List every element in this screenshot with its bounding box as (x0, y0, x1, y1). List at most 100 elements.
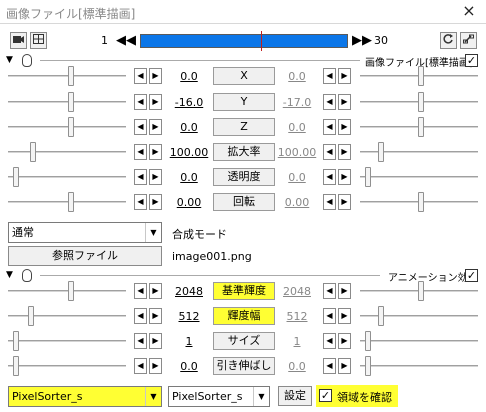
slider-thumb[interactable] (418, 192, 424, 212)
right-value[interactable]: 0.0 (274, 360, 320, 373)
collapse-triangle-icon[interactable]: ▼ (6, 55, 13, 65)
slider-thumb[interactable] (28, 306, 34, 326)
slider-thumb[interactable] (418, 117, 424, 137)
decrement-button[interactable]: ◀ (323, 194, 336, 210)
effect-select-1[interactable]: PixelSorter_s ▼ (8, 386, 162, 407)
decrement-button[interactable]: ◀ (134, 68, 147, 84)
left-value[interactable]: 1 (166, 335, 212, 348)
left-slider[interactable] (8, 305, 126, 327)
param-button[interactable]: 回転 (213, 193, 275, 211)
left-value[interactable]: 0.0 (166, 360, 212, 373)
increment-button[interactable]: ▶ (338, 308, 351, 324)
right-slider[interactable] (360, 116, 478, 138)
increment-button[interactable]: ▶ (149, 194, 162, 210)
camera-control-icon[interactable] (10, 32, 27, 49)
decrement-button[interactable]: ◀ (323, 144, 336, 160)
left-value[interactable]: -16.0 (166, 96, 212, 109)
decrement-button[interactable]: ◀ (134, 169, 147, 185)
decrement-button[interactable]: ◀ (134, 308, 147, 324)
param-button[interactable]: サイズ (213, 332, 275, 350)
slider-thumb[interactable] (68, 192, 74, 212)
slider-thumb[interactable] (365, 331, 371, 351)
slider-thumb[interactable] (13, 331, 19, 351)
decrement-button[interactable]: ◀ (134, 358, 147, 374)
reference-file-button[interactable]: 参照ファイル (8, 246, 162, 266)
right-value[interactable]: -17.0 (274, 96, 320, 109)
increment-button[interactable]: ▶ (149, 283, 162, 299)
right-slider[interactable] (360, 141, 478, 163)
decrement-button[interactable]: ◀ (323, 308, 336, 324)
increment-button[interactable]: ▶ (149, 94, 162, 110)
decrement-button[interactable]: ◀ (323, 283, 336, 299)
increment-button[interactable]: ▶ (338, 68, 351, 84)
slider-thumb[interactable] (68, 66, 74, 86)
param-button[interactable]: 基準輝度 (213, 282, 275, 300)
right-slider[interactable] (360, 305, 478, 327)
decrement-button[interactable]: ◀ (134, 194, 147, 210)
decrement-button[interactable]: ◀ (134, 333, 147, 349)
increment-button[interactable]: ▶ (338, 358, 351, 374)
decrement-button[interactable]: ◀ (134, 119, 147, 135)
increment-button[interactable]: ▶ (338, 169, 351, 185)
decrement-button[interactable]: ◀ (134, 283, 147, 299)
right-value[interactable]: 0.0 (274, 121, 320, 134)
left-slider[interactable] (8, 116, 126, 138)
right-value[interactable]: 100.00 (274, 146, 320, 159)
increment-button[interactable]: ▶ (338, 283, 351, 299)
decrement-button[interactable]: ◀ (323, 68, 336, 84)
right-slider[interactable] (360, 91, 478, 113)
decrement-button[interactable]: ◀ (323, 94, 336, 110)
slider-thumb[interactable] (13, 356, 19, 376)
right-value[interactable]: 1 (274, 335, 320, 348)
slider-thumb[interactable] (378, 142, 384, 162)
effect-select-2[interactable]: PixelSorter_s ▼ (168, 386, 270, 407)
decrement-button[interactable]: ◀ (323, 119, 336, 135)
increment-button[interactable]: ▶ (149, 333, 162, 349)
increment-button[interactable]: ▶ (338, 144, 351, 160)
increment-button[interactable]: ▶ (149, 169, 162, 185)
right-slider[interactable] (360, 191, 478, 213)
left-value[interactable]: 0.0 (166, 171, 212, 184)
left-slider[interactable] (8, 65, 126, 87)
decrement-button[interactable]: ◀ (134, 94, 147, 110)
clip-icon[interactable] (30, 32, 47, 49)
param-button[interactable]: 拡大率 (213, 143, 275, 161)
left-value[interactable]: 100.00 (166, 146, 212, 159)
param-button[interactable]: 透明度 (213, 168, 275, 186)
left-value[interactable]: 0.00 (166, 196, 212, 209)
increment-button[interactable]: ▶ (149, 358, 162, 374)
right-value[interactable]: 0.0 (274, 70, 320, 83)
slider-thumb[interactable] (378, 306, 384, 326)
increment-button[interactable]: ▶ (149, 119, 162, 135)
slider-thumb[interactable] (418, 92, 424, 112)
left-slider[interactable] (8, 330, 126, 352)
slider-thumb[interactable] (68, 92, 74, 112)
left-value[interactable]: 0.0 (166, 121, 212, 134)
decrement-button[interactable]: ◀ (323, 333, 336, 349)
increment-button[interactable]: ▶ (149, 308, 162, 324)
right-slider[interactable] (360, 280, 478, 302)
left-slider[interactable] (8, 191, 126, 213)
left-slider[interactable] (8, 141, 126, 163)
decrement-button[interactable]: ◀ (134, 144, 147, 160)
right-value[interactable]: 512 (274, 310, 320, 323)
slider-thumb[interactable] (30, 142, 36, 162)
link-icon[interactable] (460, 32, 477, 49)
forward-button[interactable]: ▶▶ (352, 34, 372, 48)
left-value[interactable]: 0.0 (166, 70, 212, 83)
left-slider[interactable] (8, 166, 126, 188)
left-value[interactable]: 512 (166, 310, 212, 323)
right-value[interactable]: 0.00 (274, 196, 320, 209)
refresh-icon[interactable] (440, 32, 457, 49)
right-slider[interactable] (360, 65, 478, 87)
increment-button[interactable]: ▶ (338, 94, 351, 110)
rewind-button[interactable]: ◀◀ (116, 34, 136, 48)
decrement-button[interactable]: ◀ (323, 358, 336, 374)
close-button[interactable]: × (458, 1, 480, 21)
slider-thumb[interactable] (68, 117, 74, 137)
increment-button[interactable]: ▶ (338, 194, 351, 210)
param-button[interactable]: Y (213, 93, 275, 111)
increment-button[interactable]: ▶ (338, 333, 351, 349)
slider-thumb[interactable] (68, 281, 74, 301)
area-check-checkbox[interactable]: ✓ (319, 389, 332, 402)
